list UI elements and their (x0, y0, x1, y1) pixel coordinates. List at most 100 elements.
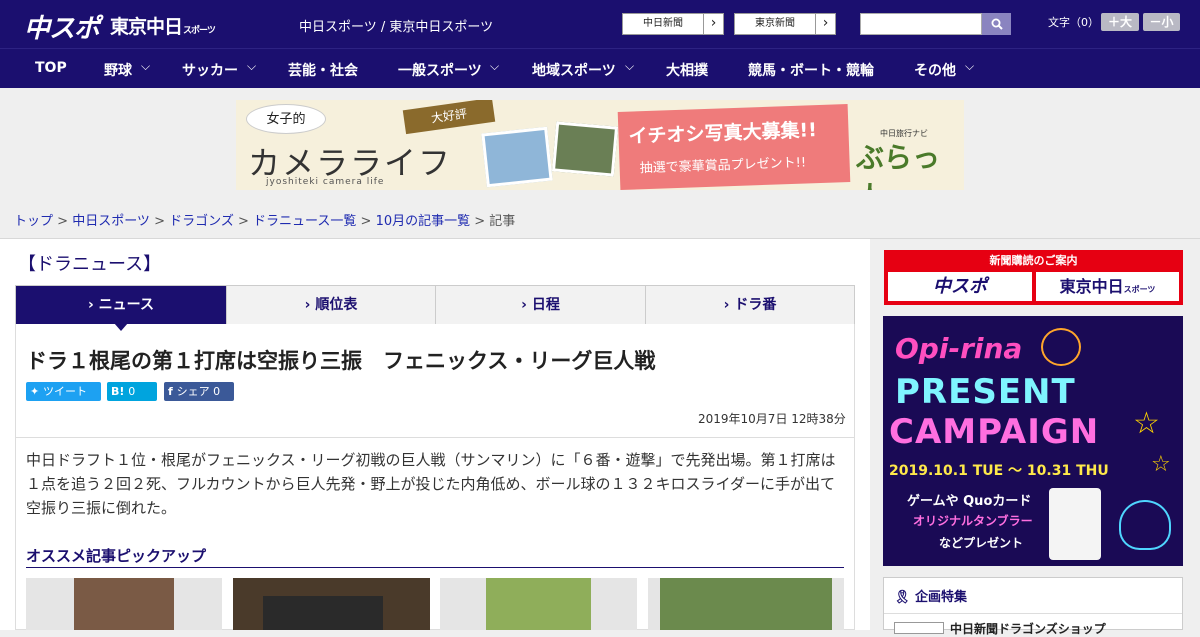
campaign-gift2: オリジナルタンブラー (913, 514, 1033, 528)
tab-standings-label: 順位表 (315, 297, 358, 313)
breadcrumb-dragons[interactable]: ドラゴンズ (169, 214, 234, 229)
chevron-right-icon: › (703, 14, 723, 34)
facebook-share-count: 0 (213, 385, 221, 398)
nav-item-sumo[interactable]: 大相撲 (666, 60, 708, 80)
chevron-down-icon: ⌵ (490, 59, 500, 73)
ad-banner-camera-life[interactable]: 女子的 大好評 カメラライフ jyoshiteki camera life イチ… (236, 100, 964, 190)
breadcrumb-top[interactable]: トップ (14, 214, 53, 229)
tokyo-shimbun-link[interactable]: 東京新聞 › (734, 13, 836, 35)
article-date: 2019年10月7日 12時38分 (698, 412, 846, 426)
breadcrumb-dora-news-list[interactable]: ドラニュース一覧 (253, 214, 356, 229)
chunichi-shimbun-label: 中日新聞 (643, 18, 683, 29)
facebook-icon: f (168, 385, 177, 398)
pickup-item[interactable] (26, 578, 222, 630)
pickup-item[interactable] (440, 578, 637, 630)
banner-photo-dogs (551, 121, 619, 177)
campaign-brand: Opi-rina (895, 332, 1023, 365)
tokyo-chunichi-logo-text: 東京中日 (110, 16, 183, 38)
tab-standings[interactable]: › 順位表 (227, 286, 436, 324)
pickup-item[interactable] (648, 578, 844, 630)
pickup-item[interactable] (233, 578, 430, 630)
subscription-tokyo-chunichi-suffix: スポーツ (1123, 285, 1156, 294)
pickup-photo-group (263, 596, 383, 630)
chevron-right-icon: › (88, 297, 99, 313)
tab-dora-ban[interactable]: › ドラ番 (646, 286, 854, 324)
breadcrumb-october-list[interactable]: 10月の記事一覧 (376, 214, 471, 229)
facebook-share-label: シェア (176, 385, 210, 398)
campaign-gift3: などプレゼント (939, 536, 1024, 550)
chevron-down-icon: ⌵ (625, 59, 635, 73)
active-tab-pointer (114, 323, 128, 331)
font-larger-button[interactable]: ＋大 (1101, 13, 1139, 31)
chevron-down-icon: ⌵ (141, 59, 151, 73)
tab-dora-ban-label: ドラ番 (734, 297, 777, 313)
breadcrumb: トップ > 中日スポーツ > ドラゴンズ > ドラニュース一覧 > 10月の記事… (14, 214, 516, 229)
feature-heading: 🎗 企画特集 (894, 586, 967, 605)
nav-item-general-sports[interactable]: 一般スポーツ (398, 60, 482, 80)
search-button[interactable] (982, 13, 1011, 35)
nav-item-top[interactable]: TOP (35, 60, 67, 76)
subscription-ad[interactable]: 新聞購読のご案内 中スポ 東京中日スポーツ (884, 250, 1183, 305)
chuspo-logo[interactable]: 中スポ (24, 8, 100, 45)
tab-schedule-label: 日程 (531, 297, 560, 313)
nav-item-local-sports[interactable]: 地域スポーツ (532, 60, 616, 80)
pickup-photo-man (74, 578, 174, 630)
opirina-campaign-ad[interactable]: Opi-rina PRESENT CAMPAIGN 2019.10.1 TUE … (883, 316, 1183, 566)
pickup-photo-golfer (486, 578, 591, 630)
nav-item-entertainment[interactable]: 芸能・社会 (288, 60, 358, 80)
feature-title: 企画特集 (915, 590, 968, 605)
article-body: 中日ドラフト１位・根尾がフェニックス・リーグ初戦の巨人戦（サンマリン）に「６番・… (26, 451, 836, 517)
tweet-button[interactable]: ✦ ツイート (26, 382, 101, 401)
star-icon: ☆ (1133, 406, 1160, 441)
banner-daikohyo: 大好評 (402, 100, 496, 135)
nav-item-other[interactable]: その他 (914, 60, 956, 80)
hatena-bookmark-button[interactable]: B! 0 (107, 382, 157, 401)
news-tabs: › ニュース › 順位表 › 日程 › ドラ番 (15, 285, 855, 325)
font-smaller-button[interactable]: －小 (1143, 13, 1180, 31)
chunichi-shimbun-link[interactable]: 中日新聞 › (622, 13, 724, 35)
section-title: 【ドラニュース】 (18, 254, 162, 275)
tab-news[interactable]: › ニュース (16, 286, 227, 324)
subscription-chuspo-logo[interactable]: 中スポ (888, 272, 1032, 301)
tab-schedule[interactable]: › 日程 (436, 286, 646, 324)
site-name: 中日スポーツ / 東京中日スポーツ (299, 20, 494, 35)
hatena-icon: B! (111, 385, 129, 398)
feature-box: 🎗 企画特集 中日新聞ドラゴンズショップ (883, 577, 1183, 636)
tab-news-label: ニュース (98, 297, 154, 313)
star-icon: ☆ (1151, 452, 1171, 477)
facebook-share-button[interactable]: f シェア 0 (164, 382, 234, 401)
nav-item-soccer[interactable]: サッカー (182, 60, 238, 80)
campaign-line1: PRESENT (895, 372, 1076, 412)
tokyo-chunichi-logo[interactable]: 東京中日スポーツ (110, 12, 216, 39)
pumpkin-icon (1041, 328, 1081, 366)
nav-item-racing[interactable]: 競馬・ボート・競輪 (748, 60, 874, 80)
article-headline: ドラ１根尾の第１打席は空振り三振 フェニックス・リーグ巨人戦 (26, 349, 656, 373)
twitter-icon: ✦ (30, 385, 44, 398)
dragons-shop-thumbnail[interactable] (894, 622, 944, 634)
search-input[interactable] (860, 13, 982, 35)
campaign-line2: CAMPAIGN (889, 412, 1100, 452)
banner-campaign-card: イチオシ写真大募集!! 抽選で豪華賞品プレゼント!! (617, 104, 851, 190)
tokyo-shimbun-label: 東京新聞 (755, 18, 795, 29)
chevron-right-icon: › (723, 297, 735, 313)
ghost-icon (1119, 500, 1171, 550)
article-divider (16, 437, 854, 438)
pickup-title: オススメ記事ピックアップ (26, 547, 207, 565)
banner-romaji: jyoshiteki camera life (266, 177, 385, 187)
nav-item-baseball[interactable]: 野球 (104, 60, 132, 80)
font-size-label: 文字（0） (1048, 16, 1099, 29)
breadcrumb-chunichi-sports[interactable]: 中日スポーツ (72, 214, 150, 229)
chevron-right-icon: › (815, 14, 835, 34)
feature-divider (884, 613, 1182, 614)
campaign-gift1: ゲームや Quoカード (907, 494, 1032, 509)
feature-item-dragons-shop[interactable]: 中日新聞ドラゴンズショップ (950, 620, 1106, 637)
campaign-dates: 2019.10.1 TUE 〜 10.31 THU (889, 463, 1109, 479)
chevron-right-icon: › (521, 297, 532, 313)
subscription-tokyo-chunichi-logo[interactable]: 東京中日スポーツ (1036, 272, 1179, 301)
banner-brand: ぶらっ人 (856, 141, 941, 190)
banner-joshi: 女子的 (246, 104, 326, 134)
subscription-tokyo-chunichi-text: 東京中日 (1059, 277, 1124, 296)
tokyo-chunichi-logo-suffix: スポーツ (183, 26, 216, 36)
top-header: 中スポ 東京中日スポーツ 中日スポーツ / 東京中日スポーツ 中日新聞 › 東京… (0, 0, 1200, 48)
tumbler-image (1049, 488, 1101, 560)
